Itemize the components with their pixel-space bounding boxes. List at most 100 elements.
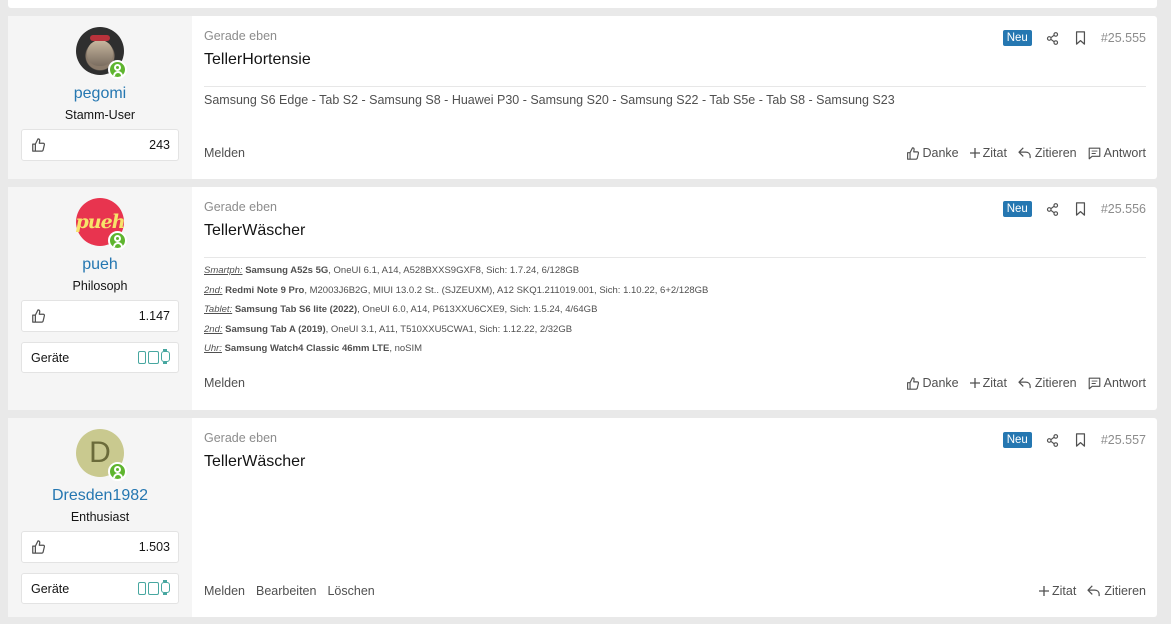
username[interactable]: pueh xyxy=(82,256,118,274)
quote-button[interactable]: Zitieren xyxy=(1087,584,1146,598)
post-main: Gerade eben TellerHortensie Neu #25.555 … xyxy=(192,16,1157,179)
post-attributes: Neu #25.555 xyxy=(1002,30,1146,46)
delete-link[interactable]: Löschen xyxy=(327,584,374,598)
plus-icon xyxy=(1039,586,1049,596)
signature-divider xyxy=(204,86,1146,87)
avatar[interactable]: pueh xyxy=(76,198,127,250)
like-button[interactable]: Danke xyxy=(906,146,959,160)
quote-label: Zitieren xyxy=(1034,146,1077,160)
post-25555: pegomi Stamm-User 243 Gerade eben Teller… xyxy=(8,16,1157,179)
user-cell: pegomi Stamm-User 243 xyxy=(8,16,192,179)
post-main: Gerade eben TellerWäscher Neu #25.556 Sm… xyxy=(192,187,1157,410)
avatar[interactable]: D xyxy=(76,429,127,481)
signature-line: 2nd: Redmi Note 9 Pro, M2003J6B2G, MIUI … xyxy=(204,284,709,296)
share-icon[interactable] xyxy=(1045,202,1060,217)
share-icon[interactable] xyxy=(1045,433,1060,448)
bookmark-icon[interactable] xyxy=(1073,31,1088,46)
user-cell: pueh pueh Philosoph 1.147 Geräte xyxy=(8,187,192,410)
post-number[interactable]: #25.555 xyxy=(1101,31,1146,45)
reaction-score-box[interactable]: 1.147 xyxy=(21,300,179,332)
user-title: Stamm-User xyxy=(64,108,136,122)
report-link[interactable]: Melden xyxy=(204,584,245,598)
post-25556: pueh pueh Philosoph 1.147 Geräte Gerade … xyxy=(8,187,1157,410)
reaction-score-box[interactable]: 243 xyxy=(21,129,179,161)
thumbs-up-icon xyxy=(907,376,920,390)
post-attributes: Neu #25.556 xyxy=(1002,201,1146,217)
new-badge: Neu xyxy=(1002,432,1032,448)
thumbs-up-icon xyxy=(907,146,920,160)
tablet-icon xyxy=(148,582,159,595)
username[interactable]: pegomi xyxy=(74,85,126,103)
multiquote-button[interactable]: Zitat xyxy=(1039,584,1076,598)
post-footer: Melden Danke Zitat Zitieren Antwort xyxy=(204,376,1146,390)
comment-icon xyxy=(1088,147,1100,159)
reply-label: Antwort xyxy=(1103,146,1146,160)
edit-link[interactable]: Bearbeiten xyxy=(256,584,316,598)
post-title: TellerWäscher xyxy=(204,453,306,470)
new-badge: Neu xyxy=(1002,201,1032,217)
post-title: TellerHortensie xyxy=(204,51,311,68)
phone-icon xyxy=(138,351,146,364)
multiquote-label: Zitat xyxy=(982,146,1007,160)
reaction-score: 1.147 xyxy=(138,309,170,323)
plus-icon xyxy=(969,378,980,388)
post-footer: Melden Danke Zitat Zitieren Antwort xyxy=(204,146,1146,160)
report-link[interactable]: Melden xyxy=(204,376,245,390)
avatar-hat xyxy=(90,35,110,41)
watch-icon xyxy=(161,580,170,595)
signature: Smartph: Samsung A52s 5G, OneUI 6.1, A14… xyxy=(204,261,708,359)
quote-label: Zitieren xyxy=(1034,376,1077,390)
bookmark-icon[interactable] xyxy=(1073,202,1088,217)
thumbs-up-icon xyxy=(31,540,45,554)
user-cell: D Dresden1982 Enthusiast 1.503 Geräte xyxy=(8,418,192,617)
username[interactable]: Dresden1982 xyxy=(52,487,148,505)
devices-box[interactable]: Geräte xyxy=(21,342,179,373)
signature-line: Smartph: Samsung A52s 5G, OneUI 6.1, A14… xyxy=(204,265,580,276)
devices-icons xyxy=(138,349,170,364)
signature-line: 2nd: Samsung Tab A (2019), OneUI 3.1, A1… xyxy=(204,323,573,335)
post-main: Gerade eben TellerWäscher Neu #25.557 Me… xyxy=(192,418,1157,617)
post-number[interactable]: #25.556 xyxy=(1101,202,1146,216)
devices-label: Geräte xyxy=(31,350,70,365)
bookmark-icon[interactable] xyxy=(1073,433,1088,448)
signature-line: Tablet: Samsung Tab S6 lite (2022), OneU… xyxy=(204,304,598,316)
multiquote-label: Zitat xyxy=(1052,584,1077,598)
post-number[interactable]: #25.557 xyxy=(1101,433,1146,447)
signature: Samsung S6 Edge - Tab S2 - Samsung S8 - … xyxy=(204,93,895,107)
multiquote-button[interactable]: Zitat xyxy=(969,376,1007,390)
reply-arrow-icon xyxy=(1018,377,1031,389)
online-status-icon xyxy=(108,231,127,250)
quote-label: Zitieren xyxy=(1104,584,1146,598)
multiquote-label: Zitat xyxy=(982,376,1007,390)
like-label: Danke xyxy=(922,146,959,160)
reaction-score: 243 xyxy=(149,138,170,152)
reaction-score: 1.503 xyxy=(138,540,170,554)
previous-post-bottom xyxy=(8,0,1157,8)
multiquote-button[interactable]: Zitat xyxy=(969,146,1007,160)
plus-icon xyxy=(969,148,980,158)
devices-icons xyxy=(138,580,170,595)
post-footer: Melden Bearbeiten Löschen Zitat Zitieren xyxy=(204,584,1146,598)
reply-button[interactable]: Antwort xyxy=(1088,376,1146,390)
user-title: Philosoph xyxy=(72,279,128,293)
post-25557: D Dresden1982 Enthusiast 1.503 Geräte Ge… xyxy=(8,418,1157,617)
avatar[interactable] xyxy=(76,27,127,79)
signature-divider xyxy=(204,257,1146,258)
quote-button[interactable]: Zitieren xyxy=(1018,376,1077,390)
quote-button[interactable]: Zitieren xyxy=(1018,146,1077,160)
thumbs-up-icon xyxy=(31,138,45,152)
reply-button[interactable]: Antwort xyxy=(1088,146,1146,160)
phone-icon xyxy=(138,582,146,595)
reply-arrow-icon xyxy=(1087,585,1101,597)
thumbs-up-icon xyxy=(31,309,45,323)
user-title: Enthusiast xyxy=(70,510,130,524)
share-icon[interactable] xyxy=(1045,31,1060,46)
reply-label: Antwort xyxy=(1103,376,1146,390)
devices-box[interactable]: Geräte xyxy=(21,573,179,604)
online-status-icon xyxy=(108,60,127,79)
like-button[interactable]: Danke xyxy=(906,376,959,390)
cat-icon xyxy=(87,40,113,66)
reaction-score-box[interactable]: 1.503 xyxy=(21,531,179,563)
watch-icon xyxy=(161,349,170,364)
report-link[interactable]: Melden xyxy=(204,146,245,160)
